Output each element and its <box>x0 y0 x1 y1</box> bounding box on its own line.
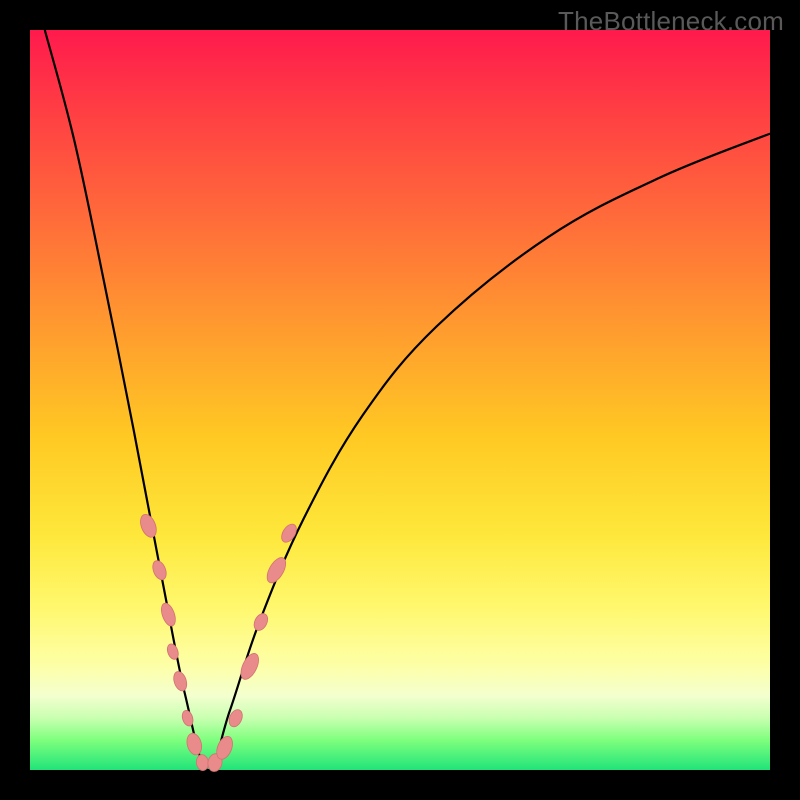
bead <box>185 732 204 757</box>
bead <box>171 670 189 693</box>
chart-frame: TheBottleneck.com <box>0 0 800 800</box>
bead <box>159 601 178 628</box>
bottleneck-curve <box>45 30 770 770</box>
plot-area <box>30 30 770 770</box>
bead <box>251 611 270 633</box>
bead <box>150 559 169 582</box>
bead <box>137 512 159 539</box>
curve-layer <box>30 30 770 770</box>
bead-cluster <box>137 512 299 773</box>
